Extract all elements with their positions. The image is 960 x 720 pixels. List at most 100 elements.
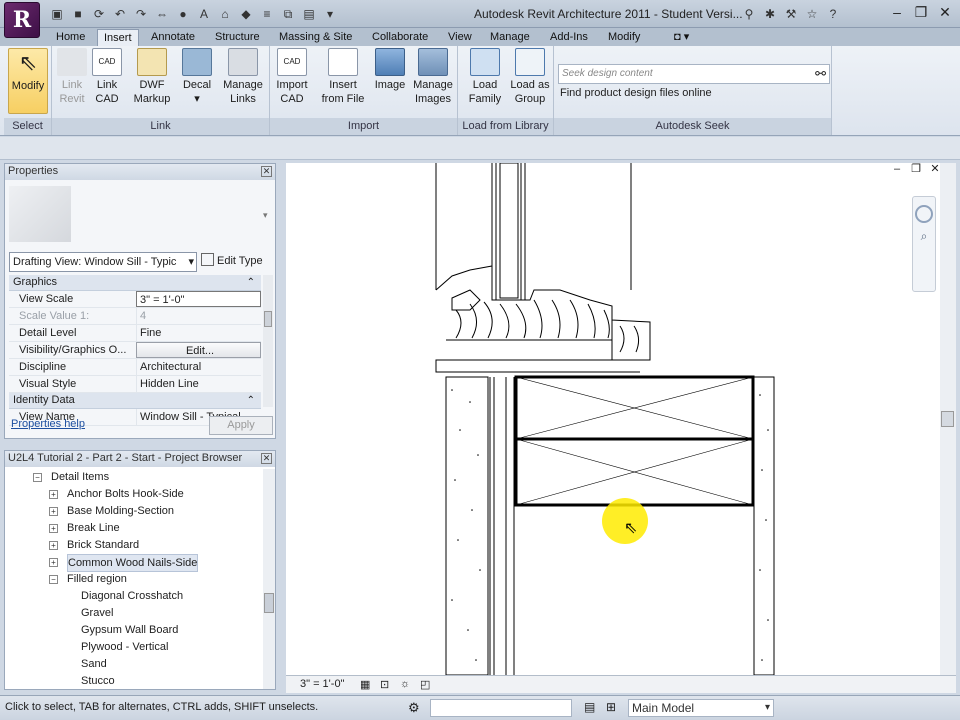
collapse-chevron-icon[interactable]: ⌃ bbox=[247, 393, 255, 408]
subscription-icon[interactable]: ✱ bbox=[761, 5, 779, 23]
properties-scroll-thumb[interactable] bbox=[264, 311, 272, 327]
view-restore-icon[interactable]: ❐ bbox=[909, 163, 923, 175]
binoculars-icon[interactable]: ⚲ bbox=[740, 5, 758, 23]
view-minimize-icon[interactable]: – bbox=[890, 163, 904, 175]
decal-button[interactable]: Decal ▾ bbox=[180, 48, 214, 106]
property-value[interactable]: Architectural bbox=[136, 359, 261, 375]
tab-annotate[interactable]: Annotate bbox=[145, 29, 201, 46]
properties-help-link[interactable]: Properties help bbox=[11, 418, 85, 430]
insert-from-file-button[interactable]: Insert from File bbox=[318, 48, 368, 106]
3d-view-icon[interactable]: ⌂ bbox=[216, 5, 234, 23]
drawing-area[interactable] bbox=[286, 163, 940, 675]
tab-add-ins[interactable]: Add-Ins bbox=[544, 29, 594, 46]
tree-item[interactable]: Stucco bbox=[5, 673, 263, 689]
seek-link[interactable]: Find product design files online bbox=[560, 87, 712, 99]
image-button[interactable]: Image bbox=[372, 48, 408, 92]
sync-icon[interactable]: ⟳ bbox=[90, 5, 108, 23]
visual-style-icon[interactable]: ⊡ bbox=[380, 678, 389, 691]
application-menu-button[interactable]: R bbox=[4, 2, 40, 38]
tab-collaborate[interactable]: Collaborate bbox=[366, 29, 434, 46]
binoculars-icon[interactable]: ⚯ bbox=[815, 66, 826, 82]
browser-scrollbar[interactable] bbox=[263, 469, 275, 689]
type-preview-dropdown-icon[interactable]: ▾ bbox=[263, 210, 268, 221]
help-icon[interactable]: ? bbox=[824, 5, 842, 23]
tab-home[interactable]: Home bbox=[50, 29, 91, 46]
browser-scroll-thumb[interactable] bbox=[264, 593, 274, 613]
close-button[interactable]: ✕ bbox=[936, 3, 954, 21]
type-selector[interactable]: Drafting View: Window Sill - Typic ▾ bbox=[9, 252, 197, 272]
horizontal-scrollbar[interactable] bbox=[726, 679, 960, 690]
seek-search-input[interactable]: Seek design content ⚯ bbox=[558, 64, 830, 84]
tree-item[interactable]: + Common Wood Nails-Side bbox=[5, 554, 263, 572]
tab-modify[interactable]: Modify bbox=[602, 29, 646, 46]
vertical-scrollbar[interactable] bbox=[940, 163, 956, 675]
tree-item[interactable]: Gypsum Wall Board bbox=[5, 622, 263, 639]
measure-icon[interactable]: ⇔ bbox=[153, 5, 171, 23]
collapse-chevron-icon[interactable]: ⌃ bbox=[247, 275, 255, 290]
property-value[interactable]: 3" = 1'-0" bbox=[136, 291, 261, 307]
tag-icon[interactable]: ● bbox=[174, 5, 192, 23]
property-group-header[interactable]: Graphics ⌃ bbox=[9, 275, 261, 291]
tree-item[interactable]: − Detail Items bbox=[5, 469, 263, 486]
section-icon[interactable]: ◆ bbox=[237, 5, 255, 23]
crop-view-icon[interactable]: ◰ bbox=[420, 678, 430, 691]
tools-icon[interactable]: ⚒ bbox=[782, 5, 800, 23]
property-value[interactable]: Hidden Line bbox=[136, 376, 261, 392]
tab-massing-site[interactable]: Massing & Site bbox=[273, 29, 358, 46]
apply-button[interactable]: Apply bbox=[209, 416, 273, 435]
editing-requests-icon[interactable]: ▤ bbox=[584, 700, 595, 714]
tab-insert[interactable]: Insert bbox=[97, 29, 139, 46]
ribbon-display-toggle-icon[interactable]: ◘ ▾ bbox=[668, 29, 695, 46]
load-family-button[interactable]: Load Family bbox=[464, 48, 506, 106]
sun-path-icon[interactable]: ☼ bbox=[400, 678, 410, 690]
tree-item[interactable]: Gravel bbox=[5, 605, 263, 622]
dwf-markup-button[interactable]: DWF Markup bbox=[130, 48, 174, 106]
properties-close-icon[interactable]: ✕ bbox=[261, 166, 272, 177]
collapse-icon[interactable]: − bbox=[49, 575, 58, 584]
tree-item[interactable]: + Brick Standard bbox=[5, 537, 263, 554]
design-option-selector[interactable]: Main Model ▾ bbox=[628, 699, 774, 717]
collapse-icon[interactable]: − bbox=[33, 473, 42, 482]
view-scale[interactable]: 3" = 1'-0" bbox=[300, 678, 344, 690]
tree-item[interactable]: + Base Molding-Section bbox=[5, 503, 263, 520]
tree-item[interactable]: − Filled region bbox=[5, 571, 263, 588]
detail-level-icon[interactable]: ▦ bbox=[360, 678, 370, 691]
tree-item[interactable]: Plywood - Vertical bbox=[5, 639, 263, 656]
restore-button[interactable]: ❐ bbox=[912, 3, 930, 21]
expand-icon[interactable]: + bbox=[49, 490, 58, 499]
tab-manage[interactable]: Manage bbox=[484, 29, 536, 46]
zoom-icon[interactable]: ⌕ bbox=[913, 229, 935, 244]
thin-lines-icon[interactable]: ≡ bbox=[258, 5, 276, 23]
tab-structure[interactable]: Structure bbox=[209, 29, 266, 46]
link-cad-button[interactable]: CAD Link CAD bbox=[90, 48, 124, 106]
steering-wheel-icon[interactable] bbox=[915, 205, 933, 223]
undo-icon[interactable]: ↶ bbox=[111, 5, 129, 23]
property-edit-button[interactable]: Edit... bbox=[136, 342, 261, 358]
import-cad-button[interactable]: CAD Import CAD bbox=[274, 48, 310, 106]
text-icon[interactable]: A bbox=[195, 5, 213, 23]
browser-close-icon[interactable]: ✕ bbox=[261, 453, 272, 464]
tree-item[interactable]: + Break Line bbox=[5, 520, 263, 537]
property-group-header[interactable]: Identity Data ⌃ bbox=[9, 393, 261, 409]
manage-links-button[interactable]: Manage Links bbox=[220, 48, 266, 106]
worksets-icon[interactable]: ⚙ bbox=[408, 700, 420, 716]
modify-button[interactable]: ⇖ Modify bbox=[8, 48, 48, 114]
tree-item[interactable]: Sand bbox=[5, 656, 263, 673]
favorites-icon[interactable]: ☆ bbox=[803, 5, 821, 23]
redo-icon[interactable]: ↷ bbox=[132, 5, 150, 23]
tree-item[interactable]: + Anchor Bolts Hook-Side bbox=[5, 486, 263, 503]
property-value[interactable]: Fine bbox=[136, 325, 261, 341]
tree-item[interactable]: Diagonal Crosshatch bbox=[5, 588, 263, 605]
dropdown-icon[interactable]: ▾ bbox=[321, 5, 339, 23]
properties-scrollbar[interactable] bbox=[263, 275, 273, 407]
workset-selector[interactable] bbox=[430, 699, 572, 717]
save-icon[interactable]: ■ bbox=[69, 5, 87, 23]
expand-icon[interactable]: + bbox=[49, 507, 58, 516]
expand-icon[interactable]: + bbox=[49, 541, 58, 550]
open-icon[interactable]: ▣ bbox=[48, 5, 66, 23]
expand-icon[interactable]: + bbox=[49, 524, 58, 533]
load-as-group-button[interactable]: Load as Group bbox=[508, 48, 552, 106]
vertical-scroll-thumb[interactable] bbox=[941, 411, 954, 427]
expand-icon[interactable]: + bbox=[49, 558, 58, 567]
minimize-button[interactable]: – bbox=[888, 3, 906, 21]
